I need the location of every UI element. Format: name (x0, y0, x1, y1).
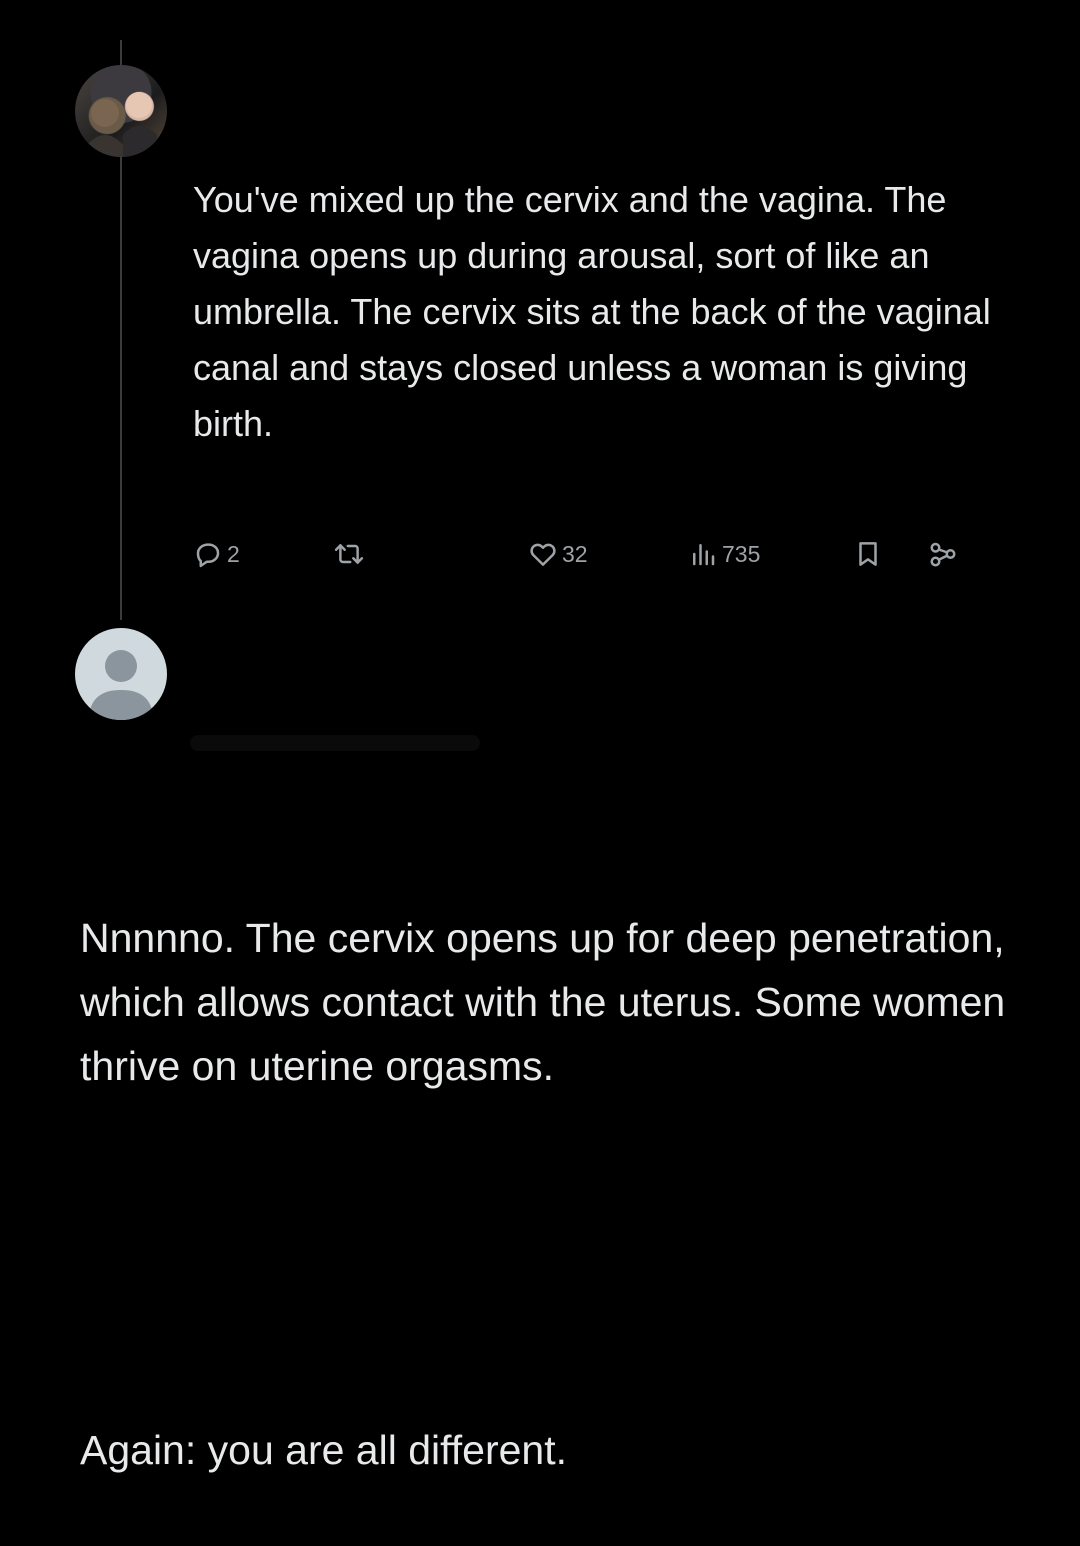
reply-button[interactable]: 2 (193, 532, 240, 576)
share-icon (930, 542, 956, 567)
reply-count: 2 (227, 540, 240, 567)
like-button[interactable]: 32 (528, 532, 588, 576)
main-tweet-paragraph: Nnnnno. The cervix opens up for deep pen… (80, 915, 1017, 1089)
main-author-avatar[interactable] (75, 628, 167, 720)
heart-icon (530, 543, 556, 566)
bookmark-button[interactable] (853, 532, 883, 576)
views-button[interactable]: 735 (688, 532, 760, 576)
reply-tweet-text: You've mixed up the cervix and the vagin… (193, 179, 1001, 444)
avatar-photo-image (87, 92, 157, 157)
main-tweet-text: Nnnnno. The cervix opens up for deep pen… (80, 778, 1040, 1546)
share-button[interactable] (928, 532, 958, 576)
speech-bubble-icon (196, 543, 220, 568)
like-count: 32 (562, 540, 588, 567)
retweet-button[interactable] (333, 532, 365, 576)
bookmark-icon (859, 542, 877, 566)
main-tweet-paragraph: Again: you are all different. (80, 1427, 567, 1473)
reply-author-avatar[interactable] (75, 65, 167, 157)
default-user-icon (89, 650, 153, 720)
bar-chart-icon (693, 544, 715, 566)
paragraph-break (80, 1226, 1040, 1290)
author-name-hidden (190, 735, 480, 751)
reply-action-bar: 2 32 735 (193, 532, 983, 576)
view-count: 735 (722, 540, 761, 567)
retweet-icon (334, 544, 364, 564)
